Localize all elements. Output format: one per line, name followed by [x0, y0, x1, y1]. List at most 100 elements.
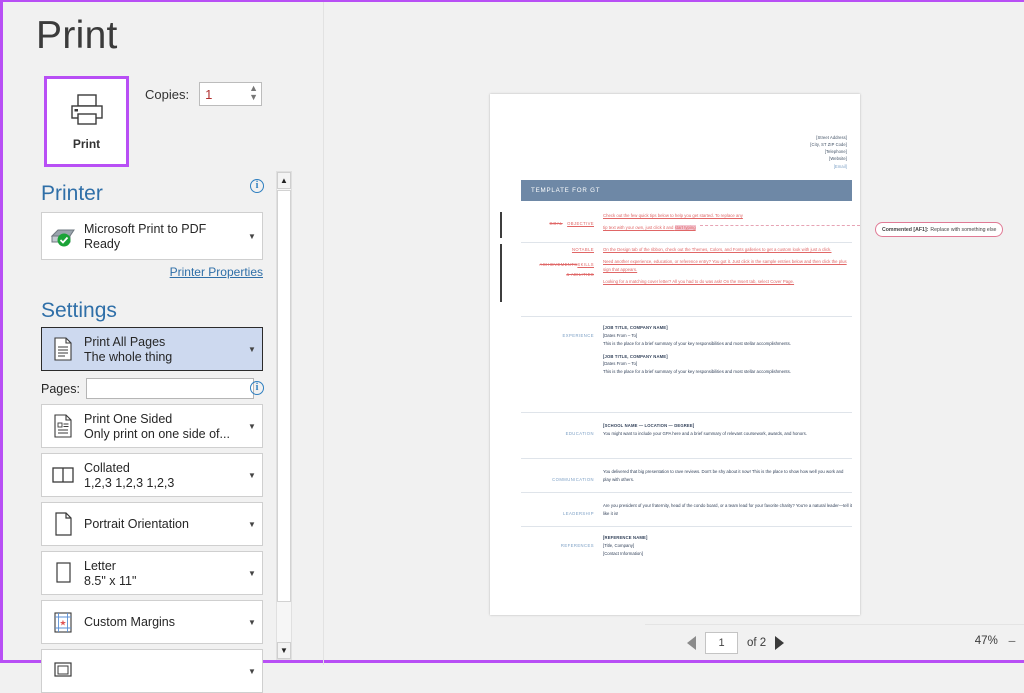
job-dates: [Dates From – To]	[603, 332, 638, 338]
setting-paper-size[interactable]: Letter 8.5" x 11" ▼	[41, 551, 263, 595]
reference-contact: [Contact Information]	[603, 550, 643, 556]
education-desc: You might want to include your GPA here …	[603, 430, 807, 436]
current-page-input[interactable]: 1	[705, 632, 738, 654]
spin-down-icon[interactable]: ▼	[249, 93, 258, 102]
section-leadership: LEADERSHIP Are you president of your fra…	[521, 502, 852, 520]
zoom-level-label[interactable]: 47%	[975, 635, 998, 647]
printer-info-icon[interactable]: i	[250, 179, 264, 193]
copies-input[interactable]	[200, 84, 245, 104]
page-title: Print	[36, 14, 118, 57]
section-communication: COMMUNICATION You delivered that big pre…	[521, 468, 852, 486]
copies-label: Copies:	[145, 86, 190, 102]
reference-title: [Title, Company]	[603, 542, 635, 548]
contact-line: [City, ST ZIP Code]	[810, 142, 847, 148]
comment-bar	[500, 212, 502, 238]
job-title: [JOB TITLE, COMPANY NAME]	[603, 353, 668, 359]
notable-label-2b: SKILLS	[577, 262, 594, 268]
comment-balloon[interactable]: Commented [AF1]: Replace with something …	[875, 222, 1004, 237]
leadership-label: LEADERSHIP	[562, 511, 594, 516]
pages-info-icon[interactable]: i	[250, 381, 264, 395]
document-preview-pane: [Street Address] [City, ST ZIP Code] [Te…	[324, 2, 1024, 660]
contact-line: [Website]	[829, 156, 847, 162]
education-label: EDUCATION	[565, 431, 594, 436]
pages-row: Pages:	[41, 378, 254, 399]
setting-title: Collated	[84, 460, 130, 475]
printer-device-icon	[42, 224, 84, 248]
all-pages-icon	[42, 336, 84, 362]
printer-select[interactable]: Microsoft Print to PDF Ready ▼	[41, 212, 263, 260]
scroll-up-arrow[interactable]: ▲	[277, 172, 291, 189]
setting-title: Portrait Orientation	[84, 517, 189, 531]
section-goal: GOAL OBJECTIVE Check out the few quick t…	[521, 212, 852, 236]
setting-sub: 8.5" x 11"	[84, 573, 137, 588]
leadership-desc: Are you president of your fraternity, he…	[603, 503, 852, 516]
printer-properties-link[interactable]: Printer Properties	[170, 265, 263, 279]
chevron-down-icon[interactable]: ▼	[242, 232, 262, 241]
printer-icon	[67, 92, 107, 133]
goal-highlight: start typing	[674, 224, 696, 230]
comment-text: Replace with something else	[930, 226, 997, 233]
comment-leader-line	[700, 225, 860, 226]
settings-heading: Settings	[41, 299, 117, 322]
notable-p1: On the Design tab of the ribbon, check o…	[603, 247, 832, 252]
paper-size-icon	[42, 560, 84, 586]
contact-email: [Email]	[833, 163, 847, 169]
section-education: EDUCATION [SCHOOL NAME — LOCATION — DEGR…	[521, 422, 852, 440]
settings-scrollbar[interactable]: ▲ ▼	[276, 171, 292, 660]
chevron-down-icon[interactable]: ▼	[242, 618, 262, 627]
scroll-down-arrow[interactable]: ▼	[277, 642, 291, 659]
chevron-down-icon[interactable]: ▼	[242, 569, 262, 578]
references-label: REFERENCES	[560, 543, 594, 548]
zoom-out-icon[interactable]: −	[1008, 634, 1016, 648]
goal-line-1: Check out the few quick tips below to he…	[603, 213, 743, 218]
setting-sub: The whole thing	[84, 349, 173, 364]
document-banner: TEMPLATE FOR GT	[521, 180, 852, 201]
svg-text:★: ★	[59, 619, 66, 628]
notable-p2: Need another experience, education, or r…	[603, 258, 847, 272]
setting-title: Letter	[84, 558, 116, 573]
section-references: REFERENCES [REFERENCE NAME] [Title, Comp…	[521, 534, 852, 558]
setting-margins[interactable]: ★ Custom Margins ▼	[41, 600, 263, 644]
pages-label: Pages:	[41, 381, 80, 396]
page-navigator: 1 of 2	[687, 632, 785, 654]
printer-status: Ready	[84, 236, 121, 251]
previous-page-arrow[interactable]	[687, 636, 696, 650]
contact-line: [Street Address]	[816, 135, 847, 140]
chevron-down-icon[interactable]: ▼	[242, 345, 262, 354]
pages-per-sheet-icon	[42, 660, 84, 682]
setting-sides[interactable]: Print One Sided Only print on one side o…	[41, 404, 263, 448]
experience-label: EXPERIENCE	[562, 333, 594, 338]
setting-sub: Only print on one side of...	[84, 426, 230, 441]
notable-label-1: NOTABLE	[571, 247, 594, 252]
zoom-controls: 47% −	[975, 634, 1016, 648]
print-button-label: Print	[72, 137, 101, 151]
setting-sub: 1,2,3 1,2,3 1,2,3	[84, 475, 175, 490]
setting-pages-per-sheet[interactable]: ▼	[41, 649, 263, 693]
chevron-down-icon[interactable]: ▼	[242, 471, 262, 480]
copies-spin-arrows[interactable]: ▲ ▼	[249, 84, 258, 102]
job-title: [JOB TITLE, COMPANY NAME]	[603, 325, 668, 330]
document-page: [Street Address] [City, ST ZIP Code] [Te…	[490, 94, 860, 615]
chevron-down-icon[interactable]: ▼	[242, 520, 262, 529]
scrollbar-thumb[interactable]	[277, 190, 291, 602]
goal-label-strike: GOAL	[549, 221, 563, 226]
chevron-down-icon[interactable]: ▼	[242, 667, 262, 676]
print-button[interactable]: Print	[44, 76, 129, 167]
copies-stepper[interactable]: ▲ ▼	[199, 82, 263, 106]
printer-name: Microsoft Print to PDF	[84, 221, 207, 236]
next-page-arrow[interactable]	[775, 636, 785, 650]
one-sided-icon	[42, 413, 84, 439]
setting-orientation[interactable]: Portrait Orientation ▼	[41, 502, 263, 546]
notable-p3: Looking for a matching cover letter? All…	[603, 278, 795, 284]
preview-status-bar: 1 of 2 47% −	[645, 624, 1024, 660]
pages-input[interactable]	[86, 378, 254, 399]
education-title: [SCHOOL NAME — LOCATION — DEGREE]	[603, 423, 695, 428]
section-notable: NOTABLE ACHIEVEMENTSSKILLS & ABILITIES O…	[521, 246, 852, 290]
comment-author: Commented [AF1]:	[882, 226, 929, 233]
setting-collation[interactable]: Collated 1,2,3 1,2,3 1,2,3 ▼	[41, 453, 263, 497]
setting-title: Custom Margins	[84, 615, 175, 629]
setting-print-range[interactable]: Print All Pages The whole thing ▼	[41, 327, 263, 371]
communication-desc: You delivered that big presentation to r…	[603, 469, 844, 482]
chevron-down-icon[interactable]: ▼	[242, 422, 262, 431]
reference-name: [REFERENCE NAME]	[603, 535, 648, 540]
